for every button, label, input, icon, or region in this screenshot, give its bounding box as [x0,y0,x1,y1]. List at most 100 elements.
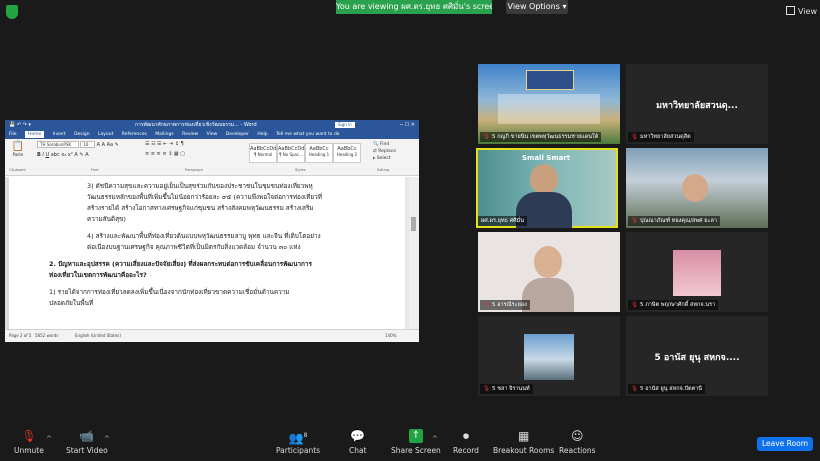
doc-line: 3) ดัชนีความสุขและความอยู่เย็นเป็นสุขร่ว… [87,182,313,190]
share-arrow-icon: ↑ [408,429,423,443]
leave-room-button[interactable]: Leave Room [757,437,813,451]
style-heading-1-label: Heading 1 [308,152,330,157]
reactions-button[interactable]: ☺ Reactions [559,429,595,455]
audio-options-caret[interactable]: ^ [46,435,52,443]
tab-review[interactable]: Review [182,132,198,137]
breakout-rooms-label: Breakout Rooms [493,446,555,455]
mic-muted-icon: 🎙 [483,134,490,140]
tab-layout[interactable]: Layout [98,132,113,137]
breakout-rooms-icon: ▦ [517,429,530,443]
editing-group: 🔍 Find ⇄ Replace ▸ Select [373,141,396,162]
tab-help[interactable]: Help [257,132,267,137]
font-name-select[interactable]: TH SarabunPSK [37,141,79,148]
style-heading-1[interactable]: AaBbCc Heading 1 [305,143,333,163]
ribbon-tabs: File Home Insert Design Layout Reference… [5,130,419,139]
participant-tile-active-speaker[interactable]: Small Smart ผศ.ดร.ยุทธ ศศิมั่น [476,148,618,228]
find-label: Find [380,142,390,147]
share-screen-label: Share Screen [391,446,441,455]
window-controls[interactable]: ─ ☐ ✕ [400,120,415,130]
view-options-button[interactable]: View Options ▾ [506,0,568,14]
document-area: 3) ดัชนีความสุขและความอยู่เย็นเป็นสุขร่ว… [5,177,419,330]
speaker-face [530,164,558,194]
record-label: Record [453,446,479,455]
font-size-select[interactable]: 16 [80,141,96,148]
ribbon: 📋 Paste TH SarabunPSK 16 A A Aa ✎ B I U … [5,139,419,176]
participant-tile[interactable]: 🎙 5 ภาษิต พฤกษาศักดิ์ สหกจ.นรา [626,232,768,312]
start-video-button[interactable]: 📹 Start Video [66,429,108,455]
clipboard-icon: 📋 [11,141,25,152]
group-label-clipboard: Clipboard [9,168,26,172]
mic-muted-icon: 🎙 [631,302,638,308]
participant-tile[interactable]: 🎙 5 กญภิ ขายนิน เขตพหุวัฒนธรรมชายแดนใต้ [478,64,620,144]
logo-image [526,70,574,90]
style-heading-2[interactable]: AaBbCc Heading 2 [333,143,361,163]
style-no-spacing[interactable]: AaBbCcDd ¶ No Spac... [277,143,305,163]
tab-design[interactable]: Design [74,132,90,137]
view-button-label: View [798,7,817,16]
chat-label: Chat [349,446,367,455]
style-normal[interactable]: AaBbCcDd ¶ Normal [249,143,277,163]
select-button[interactable]: ▸ Select [373,155,396,162]
paste-button[interactable]: 📋 Paste [9,141,27,157]
profile-picture [524,334,574,380]
replace-button[interactable]: ⇄ Replace [373,148,396,155]
language-status[interactable]: English (United States) [75,330,121,342]
breakout-rooms-button[interactable]: ▦ Breakout Rooms [493,429,554,455]
style-heading-2-label: Heading 2 [336,152,358,157]
tab-file[interactable]: File [9,132,17,137]
unmute-button[interactable]: 🎙 Unmute [14,429,44,455]
participant-tile[interactable]: 🎙 5 ชลา จิรานนท์ [478,316,620,396]
participant-name-text: 5 ภาษิต พฤกษาศักดิ์ สหกจ.นรา [639,302,716,308]
paragraph-group[interactable]: ☰ ☷ ☰ ⇤ ⇥ ↕ ¶ ≡ ≡ ≡ ≡ ↕ ▦ ▢ [145,141,185,157]
zoom-level[interactable]: 140% [385,330,396,342]
font-format-buttons[interactable]: B I U abc x₂ x² A ✎ A [37,152,119,158]
doc-line: 2. ปัญหาและอุปสรรค (ความเสี่ยงและปัจจัยเ… [49,260,312,268]
participant-tile[interactable]: 5 อานัส ยุนุ สหกจ.... 🎙 5 อานัส ยูนุ สหกจ… [626,316,768,396]
reactions-icon: ☺ [570,429,584,443]
mic-muted-icon: 🎙 [631,134,638,140]
participants-icon: 👥8 [288,431,308,445]
participant-name-text: 5 อานัส ยูนุ สหกจ.ปัตตานี [639,386,702,392]
record-button[interactable]: ⏺ Record [453,429,479,455]
participants-count: 8 [303,432,308,439]
font-size-controls[interactable]: A A Aa ✎ [97,142,119,148]
word-count[interactable]: 5852 words [35,330,58,342]
building-image [498,94,600,124]
scrollbar-thumb[interactable] [411,217,416,231]
tell-me-search[interactable]: Tell me what you want to do [276,132,340,137]
vertical-scrollbar[interactable] [409,177,419,330]
tab-developer[interactable]: Developer [226,132,249,137]
tab-insert[interactable]: Insert [53,132,66,137]
tab-mailings[interactable]: Mailings [155,132,173,137]
video-options-caret[interactable]: ^ [104,435,110,443]
participant-tile[interactable]: 🎙 5 อารณีระยอง [478,232,620,312]
view-button[interactable]: View [786,6,817,16]
participants-button[interactable]: 👥8 Participants [276,429,320,455]
shield-icon[interactable] [6,5,18,19]
sign-in-button[interactable]: Sign in [335,122,355,128]
record-icon: ⏺ [462,429,469,443]
quick-access-icons[interactable]: 💾 ↶ ↷ ▾ [9,120,31,130]
doc-line: 4) สร้างและพัฒนาพื้นที่ท่องเที่ยวต้นแบบพ… [87,232,321,240]
tab-references[interactable]: References [122,132,147,137]
tab-home[interactable]: Home [24,131,45,138]
background-banner-text: Small Smart [522,154,571,162]
mic-muted-icon: 🎙 [483,386,490,392]
document-page[interactable]: 3) ดัชนีความสุขและความอยู่เย็นเป็นสุขร่ว… [9,177,405,330]
doc-line: สร้างรายได้ สร้างโอกาสทางเศรษฐกิจแก่ชุมช… [87,204,314,212]
participant-tile[interactable]: 🎙 ปุณณาภัณฑ์ ทองคุณ/สพศ ยะลา [626,148,768,228]
participant-display-name: มหาวิทยาลัยสวนดุ... [656,101,738,111]
word-title-bar: 💾 ↶ ↷ ▾ การพัฒนาศักยภาพการท่องเที่ยวเชิง… [5,120,419,130]
page-count[interactable]: Page 2 of 5 [9,330,31,342]
chat-button[interactable]: 💬 Chat [349,429,367,455]
select-label: Select [376,156,391,161]
participant-tile[interactable]: มหาวิทยาลัยสวนดุ... 🎙 มหาวิทยาลัยสวนดุสิต [626,64,768,144]
doc-line: ปลอดภัยในพื้นที่ [49,299,94,307]
style-no-spacing-label: ¶ No Spac... [278,152,304,157]
shared-word-window: 💾 ↶ ↷ ▾ การพัฒนาศักยภาพการท่องเที่ยวเชิง… [5,120,419,342]
participant-name: ผศ.ดร.ยุทธ ศศิมั่น [478,216,528,226]
share-options-caret[interactable]: ^ [432,435,438,443]
tab-view[interactable]: View [207,132,218,137]
participant-name-text: 5 อารณีระยอง [491,302,527,308]
find-button[interactable]: 🔍 Find [373,141,396,148]
